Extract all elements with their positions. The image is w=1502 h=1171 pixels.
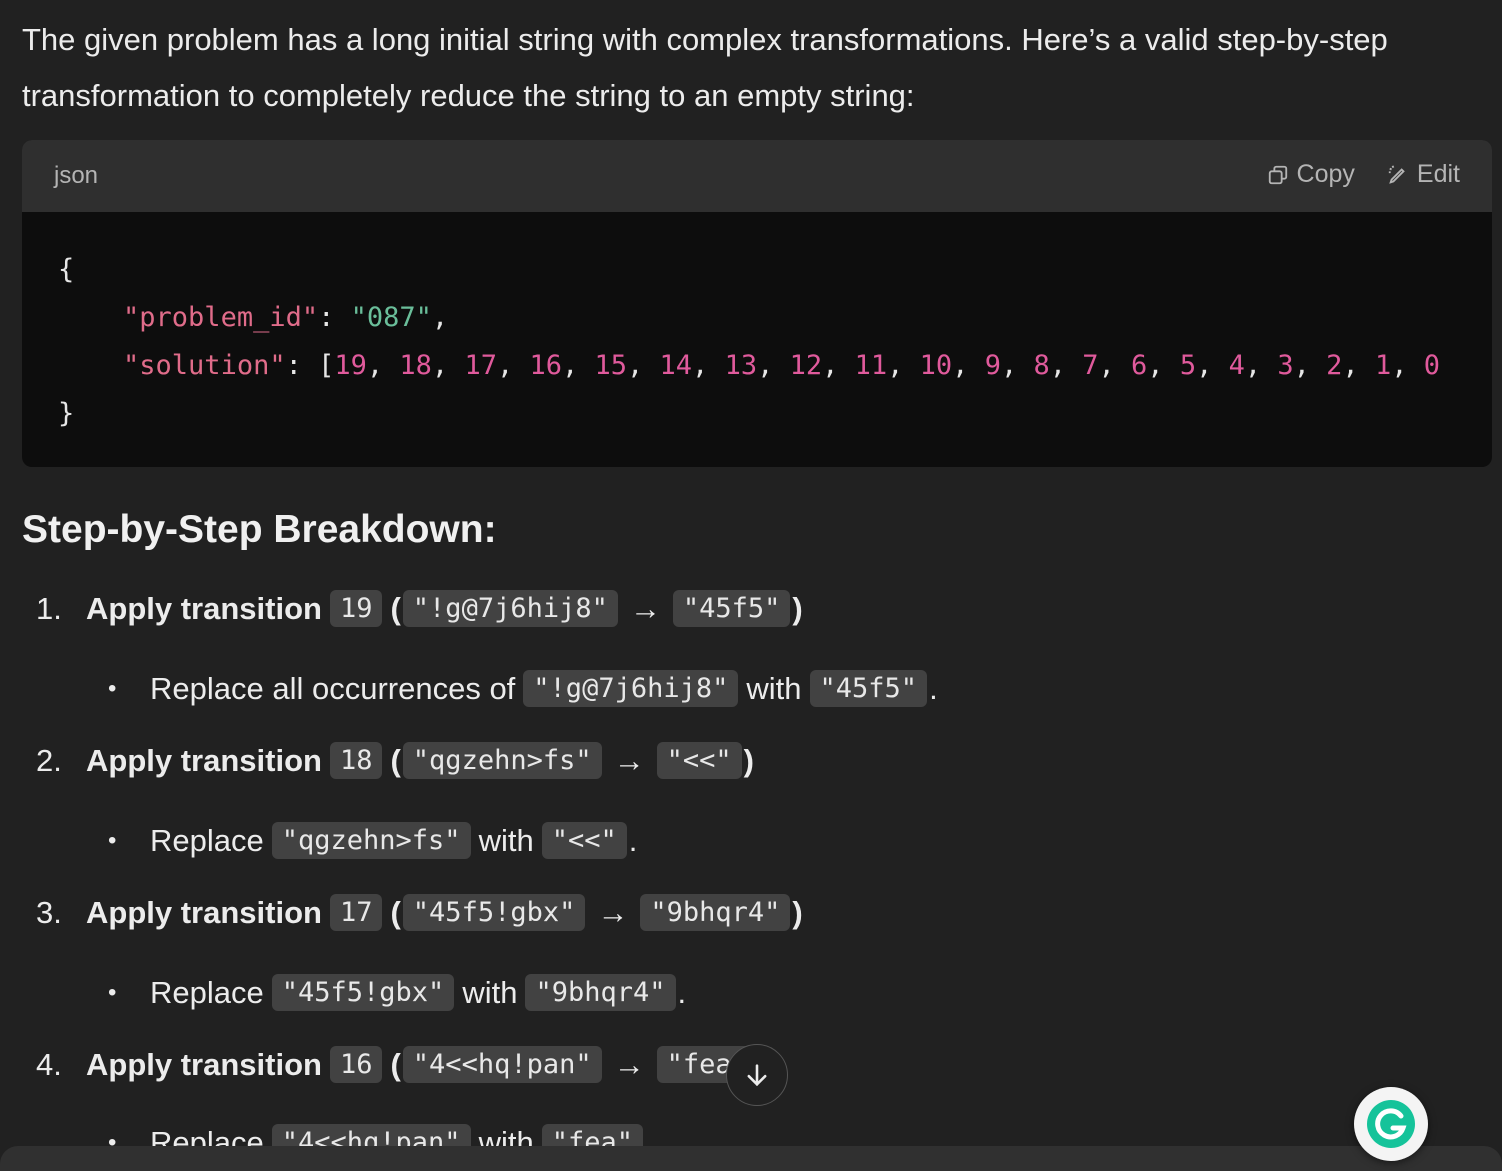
code-key-solution: "solution"	[123, 350, 286, 381]
copy-label: Copy	[1296, 160, 1355, 188]
step-number: 3.	[36, 894, 62, 930]
bullet-icon: •	[108, 674, 117, 702]
step-number: 2.	[36, 742, 62, 778]
edit-button[interactable]: Edit	[1387, 160, 1460, 189]
code-close-brace: }	[58, 398, 75, 429]
step-title: Apply transition	[86, 1046, 322, 1082]
detail-with: with	[478, 822, 534, 858]
transition-from: "45f5!gbx"	[402, 894, 586, 931]
transition-id: 16	[329, 1046, 383, 1083]
scroll-down-button[interactable]	[726, 1044, 788, 1106]
solution-value: 9	[984, 350, 1001, 381]
step-item: 3. Apply transition 17("45f5!gbx" → "9bhqr4"…	[36, 894, 803, 931]
grammarly-icon	[1367, 1100, 1415, 1148]
step-detail: • Replace "45f5!gbx" with "9bhqr4".	[108, 974, 686, 1011]
solution-value: 7	[1082, 350, 1099, 381]
step-detail: • Replace "qgzehn>fs" with "<<".	[108, 822, 637, 859]
detail-from: "qgzehn>fs"	[271, 822, 471, 859]
solution-value: 3	[1277, 350, 1294, 381]
code-content: { "problem_id": "087", "solution": [19, …	[58, 254, 1440, 429]
edit-label: Edit	[1416, 160, 1460, 188]
step-item: 1. Apply transition 19("!g@7j6hij8" → "45f5"…	[36, 590, 803, 627]
arrow-right-icon: →	[613, 742, 645, 778]
code-header: json Copy Edit	[22, 140, 1492, 212]
solution-value: 10	[919, 350, 953, 381]
solution-value: 14	[659, 350, 693, 381]
transition-id: 18	[329, 742, 383, 779]
detail-with: with	[746, 670, 802, 706]
detail-to: "<<"	[541, 822, 627, 859]
detail-from: "45f5!gbx"	[271, 974, 455, 1011]
detail-period: .	[677, 974, 687, 1010]
solution-value: 17	[464, 350, 497, 381]
solution-value: 1	[1374, 350, 1392, 381]
transition-from: "!g@7j6hij8"	[402, 590, 618, 627]
transition-to: "45f5"	[672, 590, 791, 627]
detail-from: "!g@7j6hij8"	[523, 670, 739, 707]
code-value-problem-id: "087"	[350, 302, 432, 333]
step-number: 1.	[36, 590, 62, 626]
transition-id: 19	[329, 590, 383, 627]
paren-open: (	[390, 894, 401, 930]
code-open-brace: {	[58, 254, 75, 285]
detail-to: "45f5"	[809, 670, 928, 707]
solution-value: 6	[1131, 350, 1148, 381]
code-block: json Copy Edit { "problem_id": "087", "s…	[22, 140, 1492, 467]
intro-text: The given problem has a long initial str…	[22, 22, 1388, 113]
paren-open: (	[390, 590, 401, 626]
arrow-right-icon: →	[629, 590, 661, 626]
transition-from: "4<<hq!pan"	[402, 1046, 602, 1083]
detail-period: .	[929, 670, 938, 706]
step-title: Apply transition	[86, 742, 322, 778]
detail-with: with	[462, 974, 518, 1010]
step-number: 4.	[36, 1046, 62, 1082]
step-item: 4.Apply transition16("4<<hq!pan"→"fea")	[36, 1046, 770, 1083]
arrow-down-icon	[747, 1064, 767, 1087]
transition-id: 17	[329, 894, 383, 931]
step-title: Apply transition	[86, 590, 322, 626]
solution-value: 11	[854, 350, 888, 381]
solution-value: 16	[529, 350, 562, 381]
detail-verb: Replace	[150, 822, 264, 858]
pencil-icon	[1388, 164, 1405, 184]
paren-close: )	[743, 742, 754, 778]
step-detail: • Replace all occurrences of "!g@7j6hij8" w…	[108, 670, 938, 707]
paren-close: )	[792, 590, 803, 626]
solution-value: 4	[1228, 350, 1245, 381]
copy-button[interactable]: Copy	[1267, 160, 1355, 189]
solution-value: 0	[1423, 350, 1440, 381]
code-solution-array: 19, 18, 17, 16, 15, 14, 13, 12, 11, 10, …	[334, 350, 1440, 381]
detail-verb: Replace all occurrences of	[150, 670, 516, 706]
grammarly-button[interactable]	[1354, 1087, 1428, 1161]
solution-value: 13	[724, 350, 758, 381]
code-key-problem-id: "problem_id"	[123, 302, 319, 333]
solution-value: 5	[1179, 350, 1197, 381]
detail-verb: Replace	[150, 974, 264, 1010]
section-heading: Step-by-Step Breakdown:	[22, 508, 497, 551]
bullet-icon: •	[108, 978, 117, 1006]
detail-period: .	[628, 822, 638, 858]
solution-value: 8	[1033, 350, 1050, 381]
transition-to: "<<"	[656, 742, 742, 779]
paren-open: (	[390, 1046, 401, 1082]
step-item: 2. Apply transition 18("qgzehn>fs" → "<<")	[36, 742, 754, 779]
copy-icon	[1268, 165, 1287, 184]
arrow-right-icon: →	[613, 1046, 645, 1082]
solution-value: 15	[594, 350, 628, 381]
solution-value: 12	[789, 350, 823, 381]
transition-from: "qgzehn>fs"	[402, 742, 602, 779]
paren-close: )	[792, 894, 803, 930]
solution-value: 2	[1326, 350, 1343, 381]
step-title: Apply transition	[86, 894, 322, 930]
bullet-icon: •	[108, 826, 117, 854]
solution-value: 19	[334, 350, 367, 381]
transition-to: "9bhqr4"	[640, 894, 791, 931]
detail-to: "9bhqr4"	[525, 974, 676, 1011]
code-language: json	[54, 162, 99, 189]
solution-value: 18	[399, 350, 432, 381]
paren-open: (	[390, 742, 401, 778]
bottom-input-bar	[0, 1146, 1502, 1171]
arrow-right-icon: →	[597, 894, 629, 930]
